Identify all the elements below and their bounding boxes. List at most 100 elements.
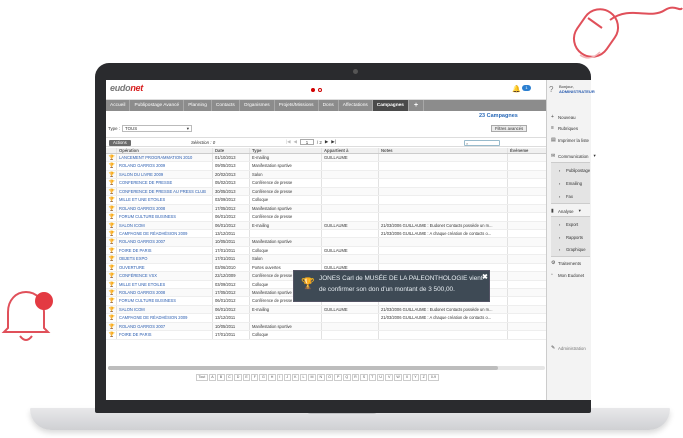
table-row[interactable]: 🏆 MILLE ET UNE ETOILES 03/09/2012 Colloque <box>106 196 547 205</box>
table-cell[interactable]: CONFERENCE DE PRESSE <box>117 179 213 187</box>
carousel-dot[interactable] <box>318 88 322 92</box>
table-row[interactable]: 🏆 ROLAND GARROS 2007 10/05/2011 Manifestati… <box>106 238 547 247</box>
table-row[interactable]: 🏆 CAMPAGNE DE RÉADHÉSION 2009 13/12/2011 21… <box>106 314 547 323</box>
alphabet-filter-letter[interactable]: I <box>276 374 283 381</box>
column-header[interactable]: Événeme <box>508 148 547 153</box>
alphabet-filter-letter[interactable]: O <box>325 374 334 381</box>
menu-traitements[interactable]: ⚙ Traitements <box>551 260 581 266</box>
alphabet-filter-letter[interactable]: D <box>234 374 242 381</box>
help-icon[interactable]: ? <box>549 85 555 94</box>
prev-page-icon[interactable]: ◀ <box>294 139 297 145</box>
column-header[interactable]: Notes <box>379 148 508 153</box>
alphabet-filter-letter[interactable]: X <box>403 374 411 381</box>
table-row[interactable]: 🏆 SALON ICOM 06/01/2012 E-mailing GUILLAUME 2… <box>106 221 547 230</box>
table-cell[interactable]: SALON DU LIVRE 2009 <box>117 170 213 179</box>
alphabet-filter-letter[interactable]: Y <box>411 374 420 381</box>
menu-emailing[interactable]: Emailing <box>566 181 582 186</box>
alphabet-filter-letter[interactable]: Q <box>342 374 351 381</box>
menu-rapports[interactable]: Rapports <box>566 235 583 240</box>
tab-planning[interactable]: Planning <box>184 100 212 111</box>
table-row[interactable]: 🏆 SALON ICOM 06/01/2012 E-mailing GUILLAUME 2… <box>106 305 547 315</box>
table-cell[interactable]: ROLAND GARROS 2007 <box>117 238 213 246</box>
alphabet-filter-letter[interactable]: J <box>283 374 291 381</box>
tab-campagnes[interactable]: Campagnes <box>372 100 409 111</box>
alphabet-filter-letter[interactable]: G <box>259 374 268 381</box>
table-cell[interactable]: ROLAND GARROS 2007 <box>117 322 213 331</box>
tab-contacts[interactable]: Contacts <box>212 100 240 111</box>
table-cell[interactable]: CAMPAGNE DE RÉADHÉSION 2009 <box>117 229 213 238</box>
alphabet-filter-letter[interactable]: E <box>242 374 251 381</box>
last-page-icon[interactable]: ▶| <box>331 139 336 145</box>
column-header[interactable]: Date <box>213 148 250 153</box>
menu-mon-eudonet[interactable]: ▫ Mon Eudonet <box>551 272 584 278</box>
table-row[interactable]: 🏆 FOIRE DE PARIS 17/01/2011 Colloque <box>106 331 547 340</box>
column-header[interactable]: Type <box>250 148 322 153</box>
menu-graphique[interactable]: Graphique <box>566 247 586 252</box>
menu-rubriques[interactable]: ≡ Rubriques <box>551 125 578 131</box>
table-row[interactable]: 🏆 FORUM CULTURE BUSINESS 06/01/2012 Confére… <box>106 213 547 222</box>
table-row[interactable]: 🏆 OBJETS EXPO 17/01/2011 Salon <box>106 255 547 264</box>
alphabet-filter-letter[interactable]: M <box>308 374 317 381</box>
next-page-icon[interactable]: ▶ <box>325 139 328 145</box>
tab-affectations[interactable]: Affectations <box>339 100 373 111</box>
alphabet-filter-letter[interactable]: V <box>385 374 393 381</box>
table-cell[interactable]: ROLAND GARROS 2009 <box>117 162 213 170</box>
tab-publipostage-avanc-[interactable]: Publipostage Avancé <box>130 100 185 111</box>
bell-icon[interactable]: 🔔 <box>512 85 521 93</box>
menu-analyse[interactable]: ▮ Analyse ▾ <box>551 208 581 214</box>
table-cell[interactable]: ROLAND GARROS 2008 <box>117 289 213 297</box>
page-input[interactable]: 1 <box>299 139 314 145</box>
first-page-icon[interactable]: |◀ <box>286 139 291 145</box>
table-cell[interactable]: SALON ICOM <box>117 221 213 229</box>
table-cell[interactable]: SALON ICOM <box>117 305 213 314</box>
table-row[interactable]: 🏆 ROLAND GARROS 2009 09/05/2013 Manifestati… <box>106 162 547 171</box>
alphabet-filter-letter[interactable]: H <box>268 374 276 381</box>
alphabet-filter-letter[interactable]: A <box>208 374 217 381</box>
advanced-filters-button[interactable]: Filtres avancés <box>491 125 528 132</box>
table-row[interactable]: 🏆 CONFERENCE DE PRESSE 05/02/2013 Conférenc… <box>106 179 547 188</box>
alphabet-filter-letter[interactable]: T <box>368 374 376 381</box>
alphabet-filter-letter[interactable]: Z <box>420 374 428 381</box>
tab-dons[interactable]: Dons <box>319 100 339 111</box>
app-logo[interactable]: eudonet <box>110 83 143 93</box>
table-cell[interactable]: FORUM CULTURE BUSINESS <box>117 297 213 305</box>
menu-publipostage[interactable]: Publipostage <box>566 168 590 173</box>
table-cell[interactable]: FOIRE DE PARIS <box>117 331 213 339</box>
alphabet-filter-letter[interactable]: R <box>351 374 360 381</box>
tab-accueil[interactable]: Accueil <box>106 100 131 111</box>
table-cell[interactable]: MILLE ET UNE ETOILES <box>117 280 213 288</box>
alphabet-filter-letter[interactable]: Tout <box>196 374 208 381</box>
table-row[interactable]: 🏆 CONFERENCE DE PRESSE AU PRESS CLUB 30/05… <box>106 187 547 197</box>
menu-export[interactable]: Export <box>566 222 578 227</box>
alphabet-filter-letter[interactable]: C <box>225 374 234 381</box>
tab-projets-missions[interactable]: Projets/Missions <box>275 100 319 111</box>
alphabet-filter-letter[interactable]: K <box>291 374 300 381</box>
table-cell[interactable]: MILLE ET UNE ETOILES <box>117 196 213 204</box>
menu-nouveau[interactable]: + Nouveau <box>551 114 576 120</box>
table-row[interactable]: 🏆 ROLAND GARROS 2007 10/05/2011 Manifestati… <box>106 322 547 332</box>
horizontal-scrollbar[interactable] <box>108 366 545 370</box>
user-name[interactable]: ADMINISTRATEUR <box>559 89 595 94</box>
table-row[interactable]: 🏆 SALON DU LIVRE 2009 20/02/2013 Salon <box>106 170 547 180</box>
alphabet-filter-letter[interactable]: N <box>317 374 325 381</box>
table-cell[interactable]: OBJETS EXPO <box>117 255 213 263</box>
column-header[interactable]: Appartient à <box>322 148 379 153</box>
table-cell[interactable]: CAMPAGNE DE RÉADHÉSION 2009 <box>117 314 213 322</box>
carousel-dot-active[interactable] <box>311 88 315 92</box>
menu-communication[interactable]: ✉ Communication ▾ <box>551 153 596 159</box>
menu-fax[interactable]: Fax <box>566 194 573 199</box>
alphabet-filter-letter[interactable]: L <box>300 374 308 381</box>
add-tab-button[interactable]: + <box>409 100 425 111</box>
table-cell[interactable]: CONFÉRENCE VSX <box>117 272 213 280</box>
table-row[interactable]: 🏆 CAMPAGNE DE RÉADHÉSION 2009 13/12/2011 21… <box>106 229 547 239</box>
type-select[interactable]: TOUS ▾ <box>122 125 192 132</box>
table-row[interactable]: 🏆 LANCEMENT PROGRAMMATION 2010 01/10/2013 E… <box>106 154 547 163</box>
table-row[interactable]: 🏆 FOIRE DE PARIS 17/01/2011 Colloque GUILLAU… <box>106 246 547 256</box>
alphabet-filter-letter[interactable]: B <box>217 374 225 381</box>
table-cell[interactable]: CONFERENCE DE PRESSE AU PRESS CLUB <box>117 187 213 196</box>
menu-imprimer[interactable]: ▤ Imprimer la liste <box>551 137 589 143</box>
menu-administration[interactable]: ✎ Administration <box>551 345 586 351</box>
alphabet-filter-letter[interactable]: W <box>393 374 403 381</box>
table-cell[interactable]: FORUM CULTURE BUSINESS <box>117 213 213 221</box>
column-header[interactable]: Opération <box>117 148 213 153</box>
